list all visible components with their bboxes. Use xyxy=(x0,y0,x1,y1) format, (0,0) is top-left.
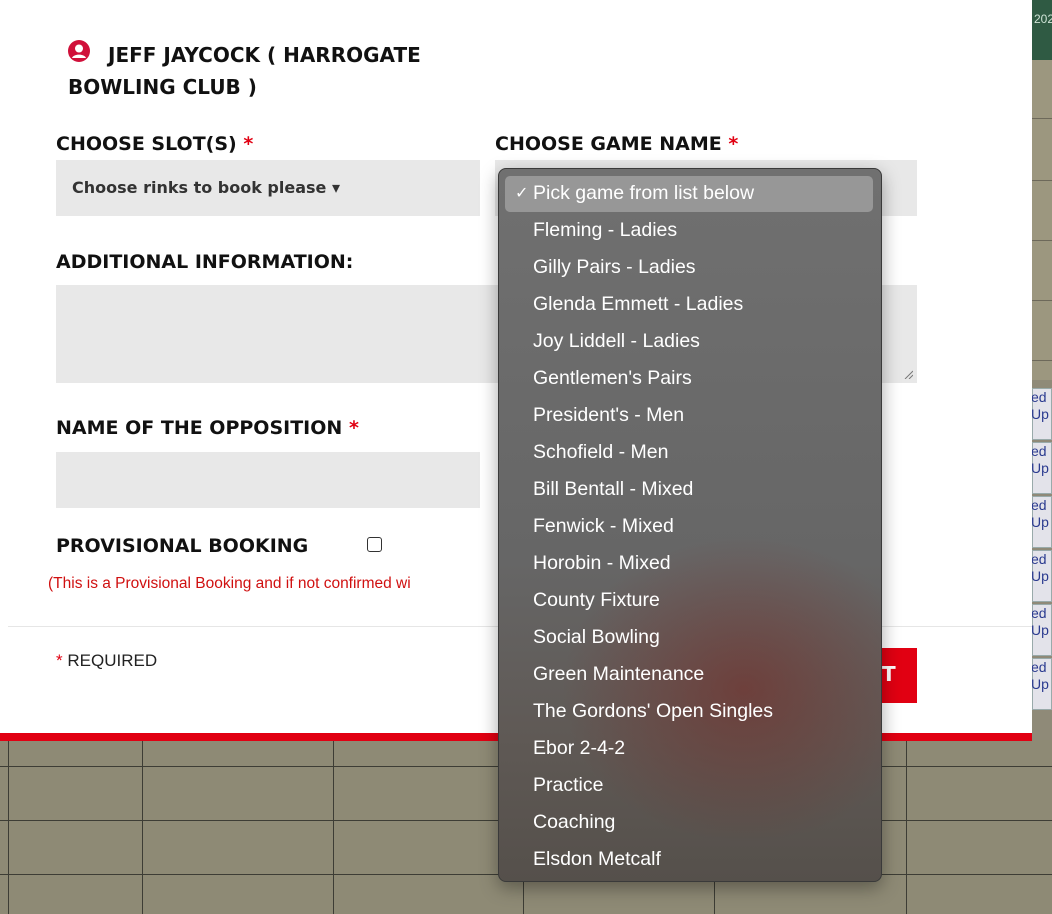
dropdown-option[interactable]: Fenwick - Mixed xyxy=(499,509,881,545)
booking-tag[interactable]: ed Up xyxy=(1031,442,1052,494)
booking-tag[interactable]: ed Up xyxy=(1031,496,1052,548)
grid-column-right xyxy=(1032,60,1052,380)
dropdown-option[interactable]: Practice xyxy=(499,768,881,804)
dropdown-option-label: Schofield - Men xyxy=(533,441,669,463)
submit-button-label: T xyxy=(882,662,896,686)
dropdown-option-label: Practice xyxy=(533,774,604,796)
dropdown-option-label: County Fixture xyxy=(533,589,660,611)
dropdown-option[interactable]: Ebor 2-4-2 xyxy=(499,731,881,767)
dropdown-option-label: Gentlemen's Pairs xyxy=(533,367,692,389)
opposition-input[interactable] xyxy=(56,452,480,508)
dropdown-option-label: Gilly Pairs - Ladies xyxy=(533,256,696,278)
booking-tag[interactable]: ed Up xyxy=(1031,550,1052,602)
dropdown-option[interactable]: Bill Bentall - Mixed xyxy=(499,472,881,508)
dropdown-option[interactable]: Social Bowling xyxy=(499,620,881,656)
required-note: * REQUIRED xyxy=(56,651,158,670)
dropdown-option-label: Joy Liddell - Ladies xyxy=(533,330,700,352)
dropdown-option-label: Horobin - Mixed xyxy=(533,552,671,574)
choose-rinks-button[interactable]: Choose rinks to book please ▾ xyxy=(56,160,480,216)
dropdown-option[interactable]: Joy Liddell - Ladies xyxy=(499,324,881,360)
dropdown-option-label: Fenwick - Mixed xyxy=(533,515,674,537)
dropdown-option[interactable]: County Fixture xyxy=(499,583,881,619)
opposition-label: NAME OF THE OPPOSITION * xyxy=(56,417,359,439)
dropdown-option-label: Coaching xyxy=(533,811,616,833)
booking-tag[interactable]: ed Up xyxy=(1031,604,1052,656)
dropdown-option[interactable]: Gentlemen's Pairs xyxy=(499,361,881,397)
dropdown-option[interactable]: Elsdon Metcalf xyxy=(499,842,881,878)
checkmark-icon: ✓ xyxy=(515,183,529,202)
booking-tag[interactable]: ed Up xyxy=(1031,388,1052,440)
dropdown-option-label: The Gordons' Open Singles xyxy=(533,700,774,722)
dropdown-option-label: Elsdon Metcalf xyxy=(533,848,661,870)
dropdown-option[interactable]: Fleming - Ladies xyxy=(499,213,881,249)
dropdown-option[interactable]: Horobin - Mixed xyxy=(499,546,881,582)
resize-handle-icon[interactable] xyxy=(903,369,913,379)
provisional-notice: (This is a Provisional Booking and if no… xyxy=(48,575,411,592)
dropdown-option[interactable]: President's - Men xyxy=(499,398,881,434)
calendar-header-text: 202 xyxy=(1034,12,1052,26)
dropdown-option[interactable]: Coaching xyxy=(499,805,881,841)
choose-slots-label: CHOOSE SLOT(S) * xyxy=(56,133,254,155)
booking-tag[interactable]: ed Up xyxy=(1031,658,1052,710)
dropdown-option[interactable]: Green Maintenance xyxy=(499,657,881,693)
game-name-dropdown[interactable]: ✓ Pick game from list below Fleming - Ladi… xyxy=(498,168,882,882)
calendar-header-strip: 202 xyxy=(1032,0,1052,60)
additional-info-label: ADDITIONAL INFORMATION: xyxy=(56,251,354,273)
dropdown-option-label: Ebor 2-4-2 xyxy=(533,737,626,759)
dropdown-option[interactable]: The Gordons' Open Singles xyxy=(499,694,881,730)
choose-rinks-button-label: Choose rinks to book please ▾ xyxy=(72,178,340,197)
dropdown-option-label: Glenda Emmett - Ladies xyxy=(533,293,744,315)
dropdown-option-label: Bill Bentall - Mixed xyxy=(533,478,694,500)
provisional-booking-label: PROVISIONAL BOOKING xyxy=(56,535,309,557)
dropdown-option[interactable]: Schofield - Men xyxy=(499,435,881,471)
dropdown-option-label: President's - Men xyxy=(533,404,685,426)
dropdown-option[interactable]: ✓ Pick game from list below xyxy=(505,176,873,212)
dropdown-option[interactable]: Gilly Pairs - Ladies xyxy=(499,250,881,286)
provisional-booking-checkbox[interactable] xyxy=(367,537,382,552)
dropdown-option[interactable]: Glenda Emmett - Ladies xyxy=(499,287,881,323)
dropdown-option-label: Fleming - Ladies xyxy=(533,219,678,241)
choose-game-label: CHOOSE GAME NAME * xyxy=(495,133,739,155)
dropdown-option-label: Social Bowling xyxy=(533,626,660,648)
dropdown-option-label: Pick game from list below xyxy=(533,182,755,204)
dropdown-option-label: Green Maintenance xyxy=(533,663,705,685)
user-name: JEFF JAYCOCK ( HARROGATE BOWLING CLUB ) xyxy=(68,43,421,99)
